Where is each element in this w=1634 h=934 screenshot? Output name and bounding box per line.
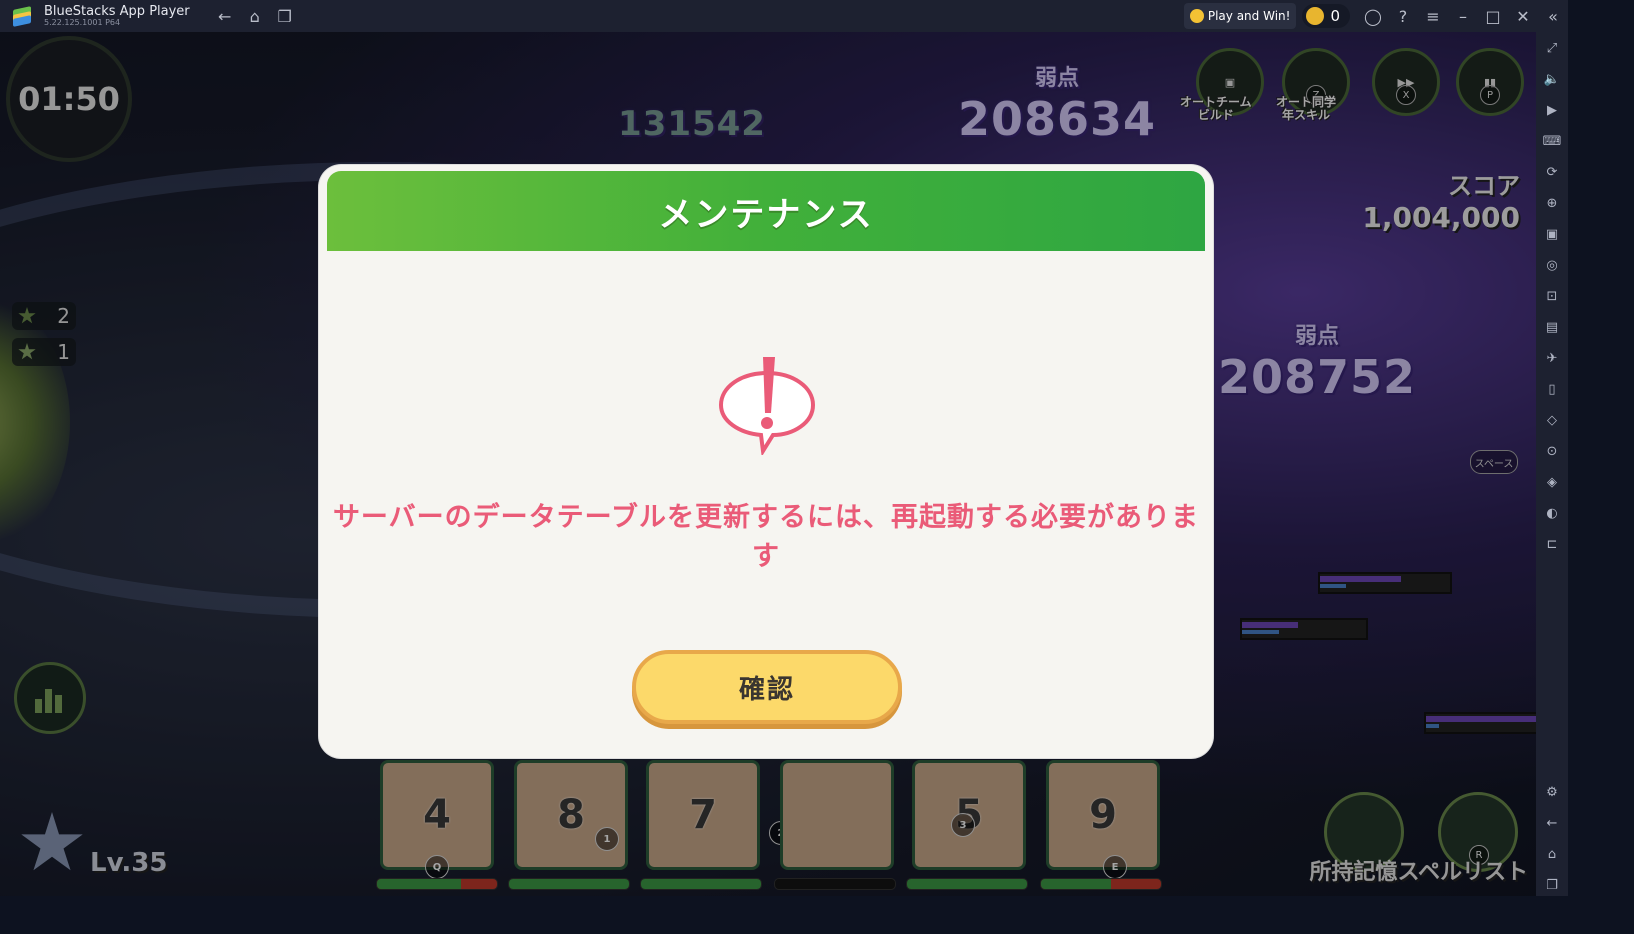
rotate-icon[interactable]: ⟳ [1536, 160, 1568, 184]
gamepad-icon[interactable]: ⊕ [1536, 191, 1568, 215]
coin-balance[interactable]: 0 [1302, 4, 1350, 28]
airplane-icon[interactable]: ✈ [1536, 346, 1568, 370]
dialog-title: メンテナンス [658, 194, 874, 235]
gallery-icon[interactable]: ▤ [1536, 315, 1568, 339]
screenshot-icon[interactable]: ◎ [1536, 253, 1568, 277]
sidebar-toggle-icon[interactable]: ⊏ [1536, 532, 1568, 556]
right-sidebar: ⤢ 🔈 ▶ ⌨ ⟳ ⊕ ▣ ◎ ⊡ ▤ ✈ ▯ ◇ ⊙ ◈ ◐ ⊏ ⚙ ← ⌂ … [1536, 32, 1568, 896]
coin-icon [1306, 7, 1325, 25]
android-back-icon[interactable]: ← [1536, 811, 1568, 835]
dialog-header: メンテナンス [327, 171, 1205, 251]
menu-icon[interactable]: ≡ [1418, 0, 1448, 32]
collapse-sidebar-icon[interactable]: « [1538, 0, 1568, 32]
recent-apps-icon[interactable]: ❐ [1536, 873, 1568, 897]
coin-count: 0 [1330, 7, 1340, 25]
help-icon[interactable]: ? [1388, 0, 1418, 32]
window-titlebar: BlueStacks App Player 5.22.125.1001 P64 … [0, 0, 1568, 32]
fullscreen-icon[interactable]: ⤢ [1536, 36, 1568, 60]
android-home-icon[interactable]: ⌂ [1536, 842, 1568, 866]
play-and-win-label: Play and Win! [1207, 9, 1291, 23]
alert-bubble-icon [718, 357, 816, 455]
bluestacks-logo-icon [10, 4, 34, 28]
eco-mode-icon[interactable]: ◐ [1536, 501, 1568, 525]
multi-instance-icon[interactable]: ❐ [270, 0, 300, 32]
shake-icon[interactable]: ▯ [1536, 377, 1568, 401]
close-icon[interactable]: ✕ [1508, 0, 1538, 32]
maintenance-dialog: メンテナンス サーバーのデータテーブルを更新するには、再起動する必要があります … [319, 165, 1213, 758]
record-icon[interactable]: ⊡ [1536, 284, 1568, 308]
keyboard-icon[interactable]: ⌨ [1536, 129, 1568, 153]
home-icon[interactable]: ⌂ [240, 0, 270, 32]
erase-icon[interactable]: ◇ [1536, 408, 1568, 432]
account-icon[interactable]: ◯ [1358, 0, 1388, 32]
apk-icon[interactable]: ▣ [1536, 222, 1568, 246]
app-name: BlueStacks App Player [44, 3, 190, 19]
layers-icon[interactable]: ◈ [1536, 470, 1568, 494]
media-icon[interactable]: ▶ [1536, 98, 1568, 122]
location-icon[interactable]: ⊙ [1536, 439, 1568, 463]
maximize-icon[interactable]: □ [1478, 0, 1508, 32]
volume-icon[interactable]: 🔈 [1536, 67, 1568, 91]
play-and-win-icon [1189, 9, 1204, 23]
confirm-label: 確認 [738, 674, 795, 705]
app-version: 5.22.125.1001 P64 [44, 17, 121, 27]
app-title: BlueStacks App Player 5.22.125.1001 P64 [44, 5, 190, 27]
dialog-message: サーバーのデータテーブルを更新するには、再起動する必要があります [332, 502, 1200, 572]
settings-icon[interactable]: ⚙ [1536, 780, 1568, 804]
back-icon[interactable]: ← [210, 0, 240, 32]
play-and-win-button[interactable]: Play and Win! [1183, 3, 1297, 29]
confirm-button[interactable]: 確認 [632, 650, 902, 724]
minimize-icon[interactable]: – [1448, 0, 1478, 32]
